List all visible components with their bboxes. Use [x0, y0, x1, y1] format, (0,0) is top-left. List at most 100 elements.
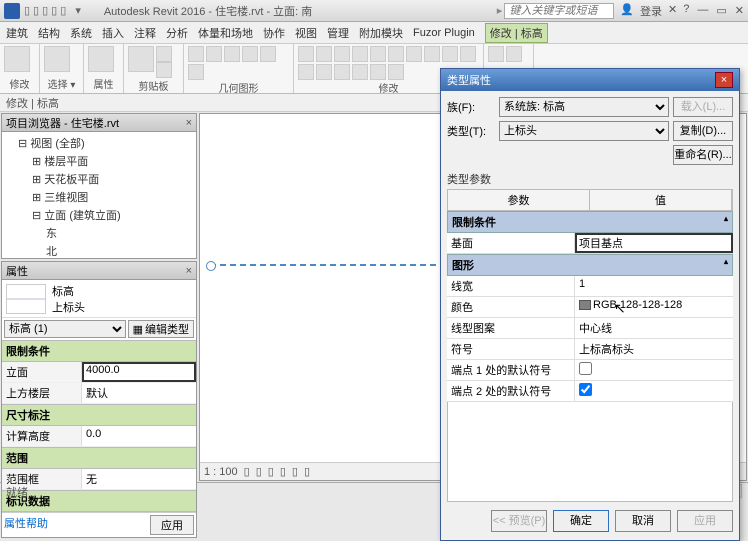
mod-icon[interactable] — [316, 46, 332, 62]
param-cat-constraints[interactable]: 限制条件 — [447, 211, 733, 233]
cut-icon[interactable] — [156, 46, 172, 62]
exchange-icon[interactable]: ✕ — [668, 3, 677, 19]
tree-elev-east[interactable]: 东 — [4, 224, 194, 242]
mod-icon[interactable] — [442, 46, 458, 62]
tree-views-root[interactable]: ⊟ 视图 (全部) — [4, 134, 194, 152]
param-end1-value[interactable] — [575, 360, 733, 380]
tab-analyze[interactable]: 分析 — [166, 25, 188, 41]
view-icon[interactable] — [506, 46, 522, 62]
tab-modify-level[interactable]: 修改 | 标高 — [485, 23, 548, 43]
end2-checkbox[interactable] — [579, 383, 592, 396]
mod-icon[interactable] — [352, 64, 368, 80]
tab-systems[interactable]: 系统 — [70, 25, 92, 41]
param-base-value[interactable]: 项目基点 — [575, 233, 733, 253]
properties-apply-button[interactable]: 应用 — [150, 515, 194, 535]
preview-button[interactable]: << 预览(P) — [491, 510, 547, 532]
tree-elevations[interactable]: ⊟ 立面 (建筑立面) — [4, 206, 194, 224]
type-filter-select[interactable]: 标高 (1) — [4, 320, 126, 338]
family-select[interactable]: 系统族: 标高 — [499, 97, 669, 117]
geom-icon[interactable] — [260, 46, 276, 62]
help-icon[interactable]: ? — [683, 3, 689, 19]
ok-button[interactable]: 确定 — [553, 510, 609, 532]
geom-icon[interactable] — [206, 46, 222, 62]
type-selector[interactable]: 标高上标头 — [2, 280, 196, 318]
prop-compheight-value[interactable]: 0.0 — [82, 426, 196, 446]
copy-icon[interactable] — [156, 62, 172, 78]
geom-icon[interactable] — [224, 46, 240, 62]
edit-type-button[interactable]: ▦编辑类型 — [128, 320, 194, 338]
panel-close-icon[interactable]: × — [186, 265, 192, 277]
tree-elev-north[interactable]: 北 — [4, 242, 194, 258]
mod-icon[interactable] — [298, 64, 314, 80]
view-icon[interactable] — [488, 46, 504, 62]
type-select[interactable]: 上标头 — [499, 121, 669, 141]
tab-annotate[interactable]: 注释 — [134, 25, 156, 41]
scale-label[interactable]: 1 : 100 — [204, 466, 238, 478]
tab-collaborate[interactable]: 协作 — [263, 25, 285, 41]
view-tool-icon[interactable]: ▯ — [292, 465, 298, 478]
mod-icon[interactable] — [298, 46, 314, 62]
paste-icon[interactable] — [128, 46, 154, 72]
end1-checkbox[interactable] — [579, 362, 592, 375]
mod-icon[interactable] — [334, 46, 350, 62]
view-tool-icon[interactable]: ▯ — [280, 465, 286, 478]
prop-elevation-value[interactable]: 4000.0 — [82, 362, 196, 382]
tree-3d-views[interactable]: ⊞ 三维视图 — [4, 188, 194, 206]
tab-manage[interactable]: 管理 — [327, 25, 349, 41]
panel-close-icon[interactable]: × — [186, 117, 192, 129]
mod-icon[interactable] — [334, 64, 350, 80]
tab-view[interactable]: 视图 — [295, 25, 317, 41]
project-browser-tree[interactable]: ⊟ 视图 (全部) ⊞ 楼层平面 ⊞ 天花板平面 ⊞ 三维视图 ⊟ 立面 (建筑… — [2, 132, 196, 258]
mod-icon[interactable] — [370, 46, 386, 62]
geom-icon[interactable] — [242, 46, 258, 62]
view-tool-icon[interactable]: ▯ — [268, 465, 274, 478]
apply-button[interactable]: 应用 — [677, 510, 733, 532]
prop-scopebox-value[interactable]: 无 — [82, 469, 196, 489]
close-button[interactable]: ✕ — [735, 4, 744, 17]
mod-icon[interactable] — [406, 46, 422, 62]
dialog-close-button[interactable]: × — [715, 72, 733, 88]
prop-above-value[interactable]: 默认 — [82, 383, 196, 403]
tab-fuzor[interactable]: Fuzor Plugin — [413, 27, 475, 39]
maximize-button[interactable]: ▭ — [716, 4, 726, 17]
view-tool-icon[interactable]: ▯ — [244, 465, 250, 478]
param-end2-value[interactable] — [575, 381, 733, 401]
sign-in-label[interactable]: 登录 — [640, 3, 662, 19]
properties-help-link[interactable]: 属性帮助 — [4, 515, 48, 535]
mod-icon[interactable] — [424, 46, 440, 62]
quick-access-icons[interactable]: ▯▯▯▯▯ ▾ — [24, 4, 84, 17]
duplicate-button[interactable]: 复制(D)... — [673, 121, 733, 141]
tree-ceiling-plans[interactable]: ⊞ 天花板平面 — [4, 170, 194, 188]
param-symbol-value[interactable]: 上标高标头 — [575, 339, 733, 359]
mod-icon[interactable] — [388, 46, 404, 62]
tree-floor-plans[interactable]: ⊞ 楼层平面 — [4, 152, 194, 170]
mod-icon[interactable] — [352, 46, 368, 62]
view-tool-icon[interactable]: ▯ — [304, 465, 310, 478]
help-search-input[interactable] — [504, 3, 614, 19]
load-button[interactable]: 载入(L)... — [673, 97, 733, 117]
tab-massing[interactable]: 体量和场地 — [198, 25, 253, 41]
param-pattern-value[interactable]: 中心线 — [575, 318, 733, 338]
sign-in-icon[interactable]: 👤 — [620, 3, 634, 19]
properties-icon[interactable] — [44, 46, 70, 72]
tab-addins[interactable]: 附加模块 — [359, 25, 403, 41]
tab-architecture[interactable]: 建筑 — [6, 25, 28, 41]
minimize-button[interactable]: — — [697, 4, 708, 17]
view-tool-icon[interactable]: ▯ — [256, 465, 262, 478]
mod-icon[interactable] — [316, 64, 332, 80]
type-prop-icon[interactable] — [88, 46, 114, 72]
cancel-button[interactable]: 取消 — [615, 510, 671, 532]
mod-icon[interactable] — [370, 64, 386, 80]
tab-insert[interactable]: 插入 — [102, 25, 124, 41]
param-lineweight-value[interactable]: 1 — [575, 276, 733, 296]
dialog-title-bar[interactable]: 类型属性 × — [441, 69, 739, 91]
param-color-value[interactable]: RGB 128-128-128 — [575, 297, 733, 317]
tab-structure[interactable]: 结构 — [38, 25, 60, 41]
geom-icon[interactable] — [188, 64, 204, 80]
infocenter[interactable]: 👤 登录 ✕ ? — [620, 3, 689, 19]
modify-tool-icon[interactable] — [4, 46, 30, 72]
param-cat-graphics[interactable]: 图形 — [447, 254, 733, 276]
rename-button[interactable]: 重命名(R)... — [673, 145, 733, 165]
geom-icon[interactable] — [188, 46, 204, 62]
mod-icon[interactable] — [388, 64, 404, 80]
